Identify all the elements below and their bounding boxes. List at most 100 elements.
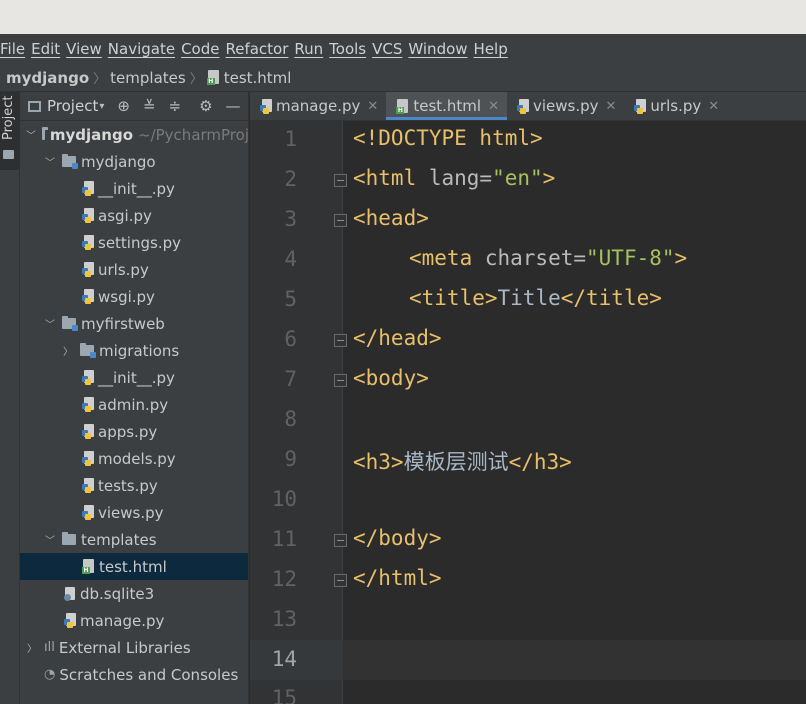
tree-file[interactable]: wsgi.py [20, 283, 248, 310]
tab-urls-py[interactable]: urls.py ✕ [624, 92, 727, 120]
menu-window[interactable]: Window [407, 40, 471, 58]
folder-icon [42, 127, 48, 140]
html-file-icon: H [396, 98, 409, 114]
project-view-selector[interactable]: Project ▾ [28, 97, 104, 115]
tree-file[interactable]: settings.py [20, 229, 248, 256]
code-token: <body> [353, 366, 429, 390]
python-file-icon [82, 235, 95, 250]
close-icon[interactable]: ✕ [367, 99, 378, 114]
code-token: charset= [484, 246, 587, 270]
menu-tools[interactable]: Tools [328, 40, 370, 58]
tab-views-py[interactable]: views.py ✕ [507, 92, 624, 120]
python-file-icon [82, 289, 95, 304]
fold-marker-icon[interactable] [334, 174, 347, 187]
code-line: <h3>模板层测试</h3> [353, 446, 572, 476]
tree-file[interactable]: __init__.py [20, 175, 248, 202]
tree-file[interactable]: asgi.py [20, 202, 248, 229]
python-file-icon [82, 181, 95, 196]
chevron-right-icon[interactable]: 〉 [26, 640, 38, 655]
tree-file[interactable]: manage.py [20, 607, 248, 634]
menu-refactor[interactable]: Refactor [224, 40, 292, 58]
close-icon[interactable]: ✕ [488, 99, 499, 114]
tree-file[interactable]: db.sqlite3 [20, 580, 248, 607]
menu-vcs[interactable]: VCS [371, 40, 406, 58]
minimize-icon[interactable]: — [226, 97, 241, 115]
tree-item-label: manage.py [80, 611, 165, 630]
tree-root[interactable]: ﹀ mydjango ~/PycharmProj [20, 121, 248, 148]
tree-file[interactable]: __init__.py [20, 364, 248, 391]
fold-marker-icon[interactable] [334, 334, 347, 347]
folder-icon [3, 150, 14, 159]
code-token: "en" [492, 166, 543, 190]
code-token: <meta [409, 246, 485, 270]
tab-label: urls.py [650, 97, 702, 115]
fold-marker-icon[interactable] [334, 214, 347, 227]
tree-file[interactable]: admin.py [20, 391, 248, 418]
tool-window-stripe: Project [0, 92, 20, 704]
tree-item-label: settings.py [98, 233, 181, 252]
breadcrumb-folder[interactable]: templates [110, 69, 186, 87]
chevron-down-icon[interactable]: ﹀ [44, 316, 56, 331]
python-file-icon [82, 451, 95, 466]
code-token: Title [497, 286, 561, 310]
fold-marker-icon[interactable] [334, 574, 347, 587]
tree-folder-templates[interactable]: ﹀ templates [20, 526, 248, 553]
tree-file-selected[interactable]: H test.html [20, 553, 248, 580]
expand-all-icon[interactable]: ≚ [143, 97, 156, 115]
line-number: 7 [284, 367, 297, 391]
line-number: 2 [284, 167, 297, 191]
close-icon[interactable]: ✕ [606, 99, 617, 114]
tree-item-label: apps.py [98, 422, 158, 441]
tree-file[interactable]: models.py [20, 445, 248, 472]
code-token: </html> [353, 566, 442, 590]
tree-file[interactable]: urls.py [20, 256, 248, 283]
code-line: <!DOCTYPE html> [353, 126, 543, 150]
menu-help[interactable]: Help [473, 40, 512, 58]
chevron-right-icon: 〉 [93, 72, 107, 87]
breadcrumb-project[interactable]: mydjango [6, 69, 89, 87]
code-token: </title> [560, 286, 662, 310]
breadcrumb-file[interactable]: test.html [224, 69, 292, 87]
python-file-icon [82, 397, 95, 412]
code-line: <html lang="en"> [353, 166, 555, 190]
menu-file[interactable]: File [0, 40, 29, 58]
crosshair-icon[interactable]: ⊕ [117, 97, 130, 115]
code-token: "UTF-8" [586, 246, 675, 270]
gear-icon[interactable]: ⚙ [199, 97, 212, 115]
chevron-right-icon[interactable]: 〉 [62, 343, 74, 358]
tree-item-label: mydjango [81, 152, 156, 171]
fold-marker-icon[interactable] [334, 534, 347, 547]
line-number: 5 [284, 287, 297, 311]
tree-file[interactable]: tests.py [20, 472, 248, 499]
tree-external-libraries[interactable]: 〉 ıll External Libraries [20, 634, 248, 661]
line-number: 10 [271, 487, 297, 511]
chevron-down-icon[interactable]: ﹀ [44, 154, 56, 169]
collapse-all-icon[interactable]: ≑ [169, 97, 182, 115]
menu-run[interactable]: Run [293, 40, 327, 58]
python-file-icon [64, 613, 77, 628]
tree-file[interactable]: views.py [20, 499, 248, 526]
menu-edit[interactable]: Edit [30, 40, 64, 58]
menu-view[interactable]: View [65, 40, 106, 58]
chevron-down-icon[interactable]: ﹀ [44, 532, 56, 547]
project-tool-tab[interactable]: Project [0, 92, 20, 170]
code-token: > [674, 246, 688, 270]
python-file-icon [82, 262, 95, 277]
chevron-down-icon[interactable]: ﹀ [26, 127, 36, 142]
code-line: </html> [353, 566, 442, 590]
tree-item-label: tests.py [98, 476, 158, 495]
menu-navigate[interactable]: Navigate [107, 40, 179, 58]
tree-folder-mydjango[interactable]: ﹀ mydjango [20, 148, 248, 175]
tree-folder-myfirstweb[interactable]: ﹀ myfirstweb [20, 310, 248, 337]
tree-folder-migrations[interactable]: 〉 migrations [20, 337, 248, 364]
tab-manage-py[interactable]: manage.py ✕ [250, 92, 386, 120]
close-icon[interactable]: ✕ [708, 99, 719, 114]
tree-scratches[interactable]: ◔ Scratches and Consoles [20, 661, 248, 688]
tab-test-html[interactable]: H test.html ✕ [386, 92, 507, 120]
project-view-label: Project [47, 97, 99, 115]
fold-marker-icon[interactable] [334, 374, 347, 387]
menu-code[interactable]: Code [180, 40, 223, 58]
tree-item-label: views.py [98, 503, 164, 522]
tree-file[interactable]: apps.py [20, 418, 248, 445]
caret-down-icon: ▾ [99, 100, 105, 112]
